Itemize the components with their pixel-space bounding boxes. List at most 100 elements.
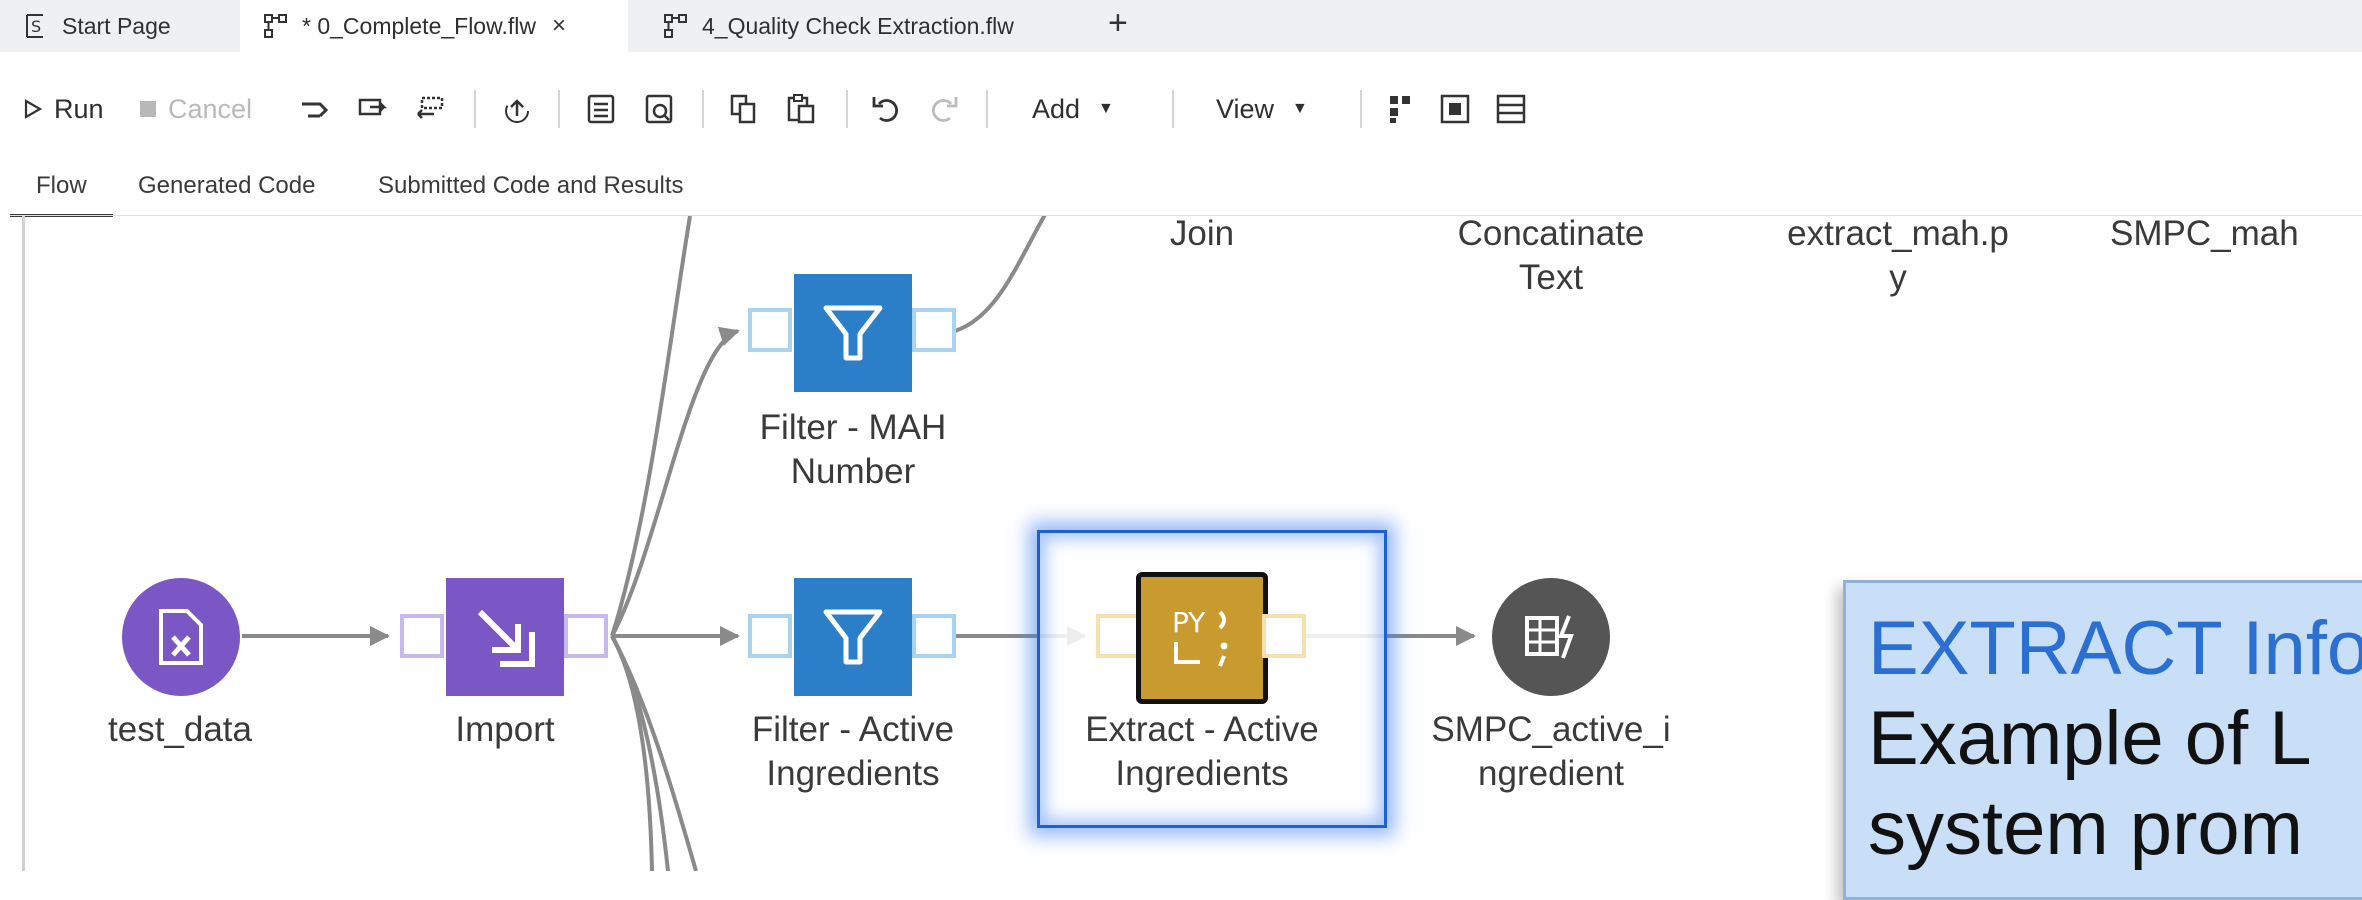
run-button[interactable]: Run: [22, 78, 104, 140]
svg-text:PY: PY: [1172, 606, 1206, 639]
add-menu-button[interactable]: Add ▼: [1032, 78, 1114, 140]
view-menu-button[interactable]: View ▼: [1216, 78, 1308, 140]
tab-quality-check[interactable]: 4_Quality Check Extraction.flw: [640, 0, 1080, 52]
tab-label: Start Page: [62, 12, 171, 39]
label-line: SMPC_active_i: [1431, 710, 1671, 749]
undo-icon[interactable]: [870, 92, 904, 126]
document-tab-bar: S Start Page * 0_Complete_Flow.flw × 4_Q…: [0, 0, 2362, 52]
filter-icon: [823, 609, 883, 665]
play-icon: [24, 99, 43, 119]
add-label: Add: [1032, 93, 1081, 124]
filter-icon: [823, 305, 883, 361]
node-label: Extract - Active Ingredients: [1052, 708, 1352, 796]
chevron-down-icon: ▼: [1292, 100, 1308, 117]
flow-icon: [264, 14, 287, 38]
tab-flow[interactable]: Flow: [10, 158, 113, 217]
toolbar-separator: [474, 90, 476, 128]
output-port[interactable]: [912, 308, 956, 352]
node-label-join: Join: [1169, 214, 1235, 253]
label-line: Concatinate: [1457, 214, 1645, 253]
start-page-icon: S: [26, 14, 43, 38]
flow-icon: [664, 14, 687, 38]
new-tab-button[interactable]: +: [1108, 4, 1128, 43]
redo-icon[interactable]: [926, 92, 960, 126]
output-port[interactable]: [564, 614, 608, 658]
flow-canvas[interactable]: test_data Import Filter - MAH Number Fil…: [0, 214, 2362, 900]
label-line: extract_mah.p: [1787, 214, 2009, 253]
toolbar-separator: [846, 90, 848, 128]
run-to-node-icon[interactable]: [414, 92, 448, 126]
tab-generated-code[interactable]: Generated Code: [138, 158, 315, 214]
input-port[interactable]: [748, 614, 792, 658]
output-table-icon: [1525, 615, 1574, 659]
label-line: ngredient: [1478, 754, 1624, 793]
node-smpc-active[interactable]: [1492, 578, 1610, 696]
annotation-callout: EXTRACT Info Example of L system prom: [1843, 580, 2362, 900]
tab-label: * 0_Complete_Flow.flw: [302, 12, 536, 39]
toolbar-separator: [1360, 90, 1362, 128]
copy-icon[interactable]: [726, 92, 760, 126]
output-port[interactable]: [1262, 614, 1306, 658]
run-label: Run: [54, 93, 104, 124]
close-tab-icon[interactable]: ×: [552, 12, 566, 40]
fit-to-window-icon[interactable]: [1438, 92, 1472, 126]
import-icon: [477, 609, 535, 667]
flow-toolbar: Run Cancel Add ▼ View ▼: [0, 78, 2362, 140]
label-line: y: [1889, 258, 1907, 297]
chevron-down-icon: ▼: [1098, 100, 1114, 117]
preview-icon[interactable]: [642, 92, 676, 126]
node-filter-active[interactable]: [794, 578, 912, 696]
toolbar-separator: [702, 90, 704, 128]
input-port[interactable]: [400, 614, 444, 658]
input-port[interactable]: [748, 308, 792, 352]
python-icon: PY: [1172, 606, 1228, 667]
callout-text: system prom: [1868, 786, 2303, 871]
overview-icon[interactable]: [1494, 92, 1528, 126]
properties-icon[interactable]: [584, 92, 618, 126]
node-filter-mah[interactable]: [794, 274, 912, 392]
node-label: Filter - MAH Number: [703, 406, 1003, 494]
cancel-button[interactable]: Cancel: [138, 78, 252, 140]
label-line: Filter - MAH: [759, 408, 947, 447]
tab-start-page[interactable]: S Start Page: [0, 0, 236, 52]
toolbar-separator: [986, 90, 988, 128]
node-test-data[interactable]: [122, 578, 240, 696]
svg-text:S: S: [31, 17, 41, 36]
label-line: Ingredients: [1115, 754, 1289, 793]
tab-label: 4_Quality Check Extraction.flw: [702, 12, 1014, 39]
label-line: Text: [1518, 258, 1584, 297]
toolbar-separator: [558, 90, 560, 128]
label-line: Filter - Active: [751, 710, 955, 749]
label-line: Number: [790, 452, 916, 491]
tab-label: Submitted Code and Results: [378, 172, 684, 199]
run-from-node-icon[interactable]: [356, 92, 390, 126]
table-file-icon: [159, 609, 203, 665]
node-label-concatinate: Concatinate Text: [1401, 212, 1701, 300]
callout-text: Example of L: [1868, 696, 2312, 781]
node-label: Import: [455, 710, 555, 749]
node-label: test_data: [108, 710, 252, 749]
node-label-extract-mah: extract_mah.p y: [1748, 212, 2048, 300]
node-label: SMPC_active_i ngredient: [1401, 708, 1701, 796]
label-line: Ingredients: [766, 754, 940, 793]
upload-icon[interactable]: [500, 92, 534, 126]
auto-arrange-icon[interactable]: [1386, 92, 1420, 126]
node-label-smpc-mah: SMPC_mah: [2110, 214, 2299, 253]
tab-label: Generated Code: [138, 172, 316, 199]
toolbar-separator: [1172, 90, 1174, 128]
run-node-icon[interactable]: [298, 92, 332, 126]
stop-icon: [140, 101, 156, 117]
tab-submitted-code[interactable]: Submitted Code and Results: [378, 158, 684, 214]
label-line: Extract - Active: [1085, 710, 1319, 749]
view-tabs: Flow Generated Code Submitted Code and R…: [0, 158, 2362, 217]
node-label: Filter - Active Ingredients: [703, 708, 1003, 796]
input-port[interactable]: [1096, 614, 1140, 658]
view-label: View: [1216, 93, 1275, 124]
node-import[interactable]: [446, 578, 564, 696]
paste-icon[interactable]: [784, 92, 818, 126]
tab-complete-flow[interactable]: * 0_Complete_Flow.flw ×: [240, 0, 628, 52]
callout-title: EXTRACT Info: [1868, 606, 2362, 691]
output-port[interactable]: [912, 614, 956, 658]
tab-label: Flow: [36, 172, 87, 199]
node-extract-active[interactable]: PY: [1136, 572, 1268, 704]
